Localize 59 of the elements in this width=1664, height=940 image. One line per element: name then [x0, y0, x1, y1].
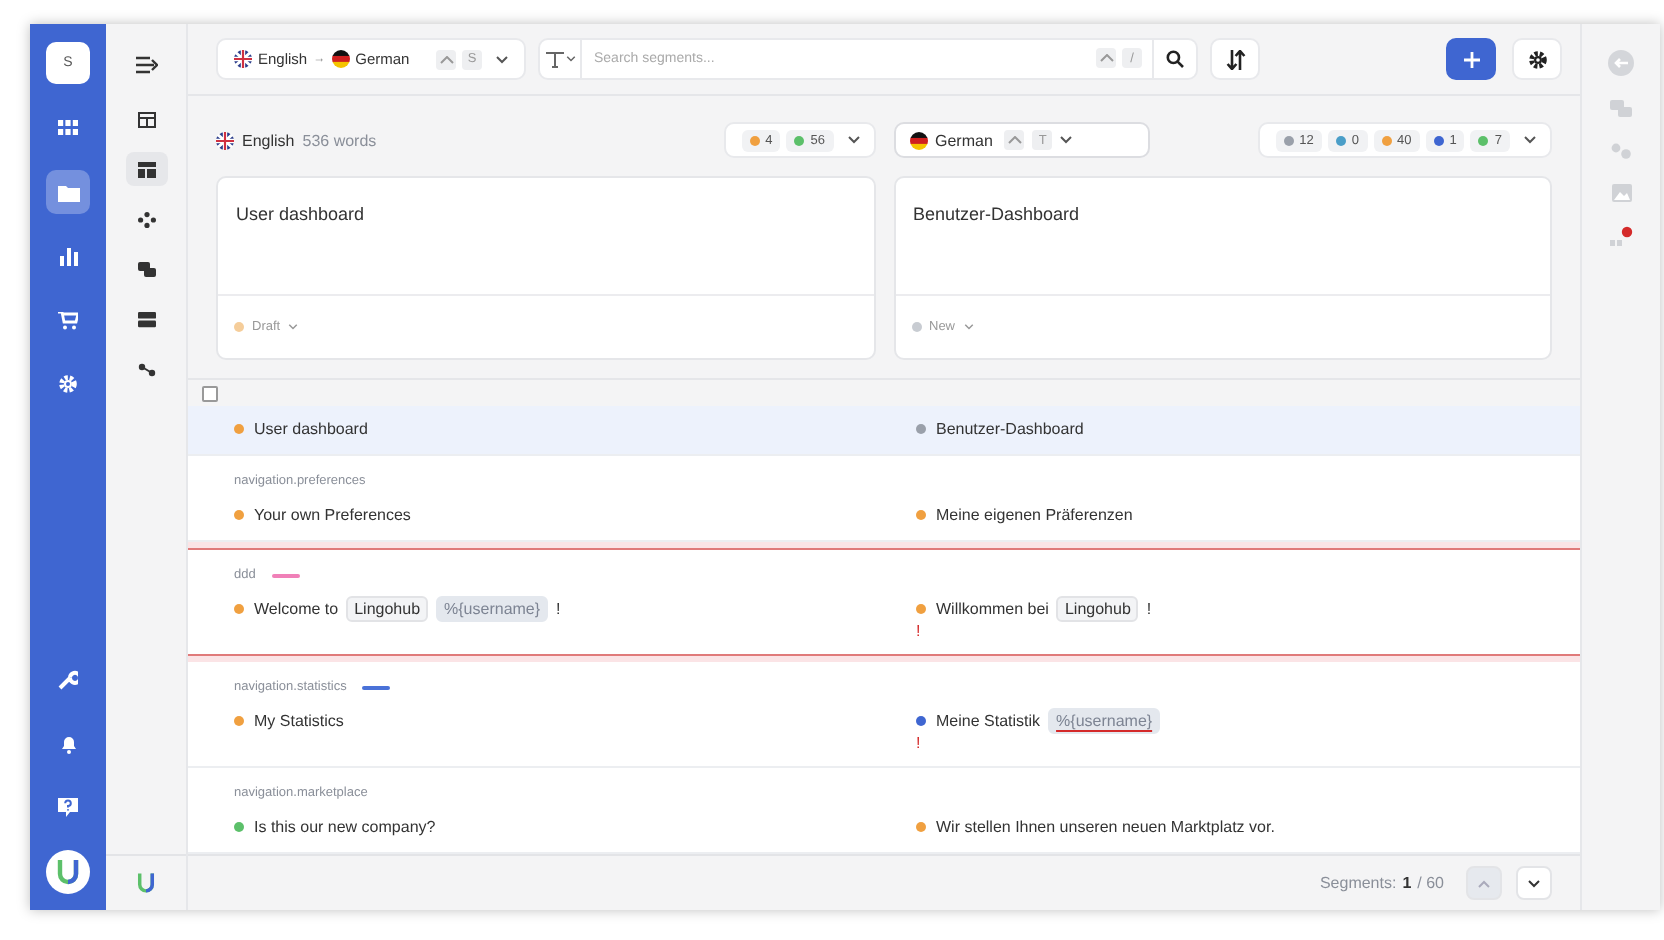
language-name: German — [935, 131, 993, 149]
target-text: Benutzer-Dashboard — [936, 419, 1084, 437]
text-type-icon[interactable] — [545, 51, 563, 67]
target-text: Wir stellen Ihnen unseren neuen Marktplatz vor. — [936, 817, 1275, 835]
caret-up-icon — [1096, 48, 1116, 68]
segment-total: / 60 — [1417, 874, 1444, 892]
chevron-down-icon — [496, 55, 508, 63]
logo-icon[interactable] — [136, 872, 156, 894]
chevron-down-icon — [1528, 879, 1540, 887]
source-text: Welcome to — [254, 599, 339, 617]
bell-icon[interactable] — [59, 734, 77, 754]
source-text: ! — [556, 599, 561, 617]
segment-current: 1 — [1402, 874, 1412, 892]
caret-up-icon — [1004, 130, 1025, 150]
warning-mark: ! — [916, 734, 923, 754]
source-text: Is this our new company? — [254, 817, 436, 835]
editor-text[interactable]: User dashboard — [218, 178, 873, 294]
wrench-icon[interactable] — [58, 670, 78, 690]
variable-chip: %{username} — [436, 595, 549, 621]
target-text: Meine Statistik — [936, 711, 1041, 729]
target-text: ! — [1146, 599, 1152, 617]
chevron-down-icon — [1524, 136, 1536, 144]
uk-flag-icon — [216, 131, 234, 149]
german-flag-icon — [331, 50, 350, 68]
editor-text[interactable]: Benutzer-Dashboard — [895, 178, 1550, 294]
select-all-checkbox[interactable] — [202, 385, 218, 401]
variable-chip: %{username} — [1048, 707, 1161, 733]
collapse-icon[interactable] — [135, 56, 157, 74]
source-text: User dashboard — [254, 419, 368, 437]
german-flag-icon — [909, 131, 927, 149]
add-button[interactable] — [1446, 38, 1496, 80]
plus-icon — [1463, 51, 1479, 67]
source-text: Your own Preferences — [254, 505, 411, 523]
tag-chip: Lingohub — [346, 595, 429, 621]
chevron-down-icon — [288, 324, 299, 330]
chevron-up-icon — [1478, 879, 1490, 887]
settings-icon[interactable] — [1512, 38, 1562, 80]
segments-label: Segments: — [1319, 874, 1397, 892]
chevron-down-icon[interactable] — [565, 56, 575, 62]
uk-flag-icon — [234, 50, 252, 68]
tag-chip: Lingohub — [1056, 595, 1139, 621]
segment-row[interactable]: User dashboard Benutzer-Dashboard — [188, 406, 1580, 456]
layout-icon[interactable] — [125, 152, 167, 186]
folder-icon[interactable] — [46, 170, 90, 214]
next-segment-button[interactable] — [1516, 866, 1552, 900]
language-name: English — [242, 131, 295, 149]
word-count: 536 words — [302, 131, 377, 149]
sort-icon[interactable] — [1210, 38, 1260, 80]
warning-mark: ! — [916, 622, 923, 642]
caret-up-icon — [436, 49, 456, 69]
help-icon[interactable] — [58, 798, 78, 818]
chevron-down-icon — [963, 324, 974, 330]
source-text: My Statistics — [254, 711, 344, 729]
target-text: Meine eigenen Präferenzen — [936, 505, 1133, 523]
search-icon[interactable] — [1154, 38, 1198, 80]
logo-icon[interactable] — [46, 850, 90, 894]
chevron-down-icon — [1060, 136, 1073, 144]
chevron-down-icon — [847, 136, 859, 144]
target-text: Willkommen bei — [936, 599, 1049, 617]
